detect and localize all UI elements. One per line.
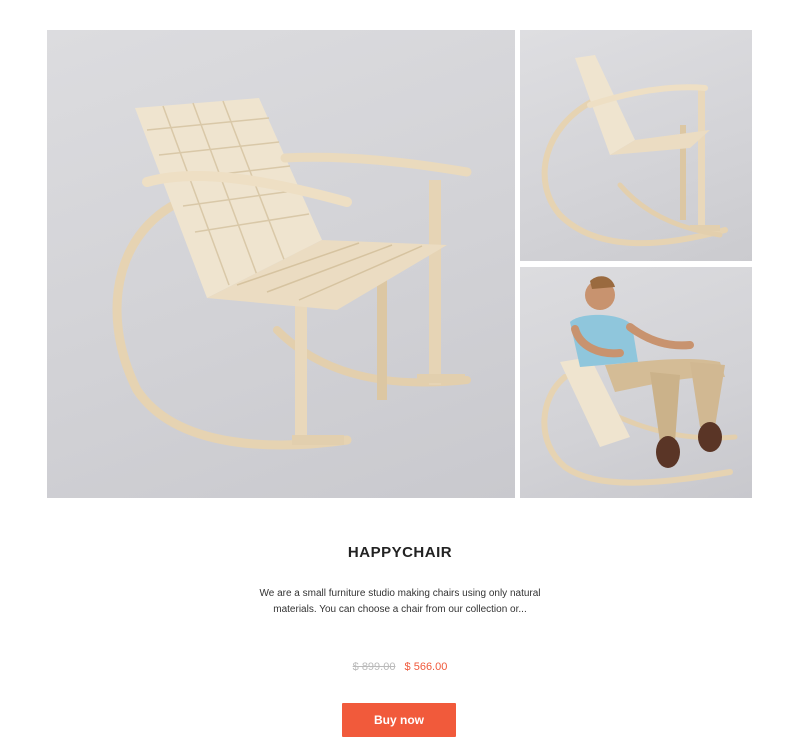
rocking-chair-illustration bbox=[112, 98, 472, 450]
product-gallery bbox=[47, 30, 752, 498]
price-old: $ 899.00 bbox=[352, 661, 396, 673]
product-photo-main[interactable] bbox=[47, 30, 515, 498]
person-in-chair-illustration bbox=[541, 276, 738, 486]
buy-now-button[interactable]: Buy now bbox=[342, 703, 456, 737]
price-new: $ 566.00 bbox=[404, 661, 448, 673]
price-block: $ 899.00 $ 566.00 bbox=[0, 661, 800, 673]
product-description: We are a small furniture studio making c… bbox=[259, 588, 541, 615]
product-photo-person[interactable] bbox=[520, 267, 752, 498]
product-photo-side[interactable] bbox=[520, 30, 752, 261]
rocking-chair-side-illustration bbox=[541, 55, 728, 247]
product-title: HAPPYCHAIR bbox=[347, 544, 453, 561]
